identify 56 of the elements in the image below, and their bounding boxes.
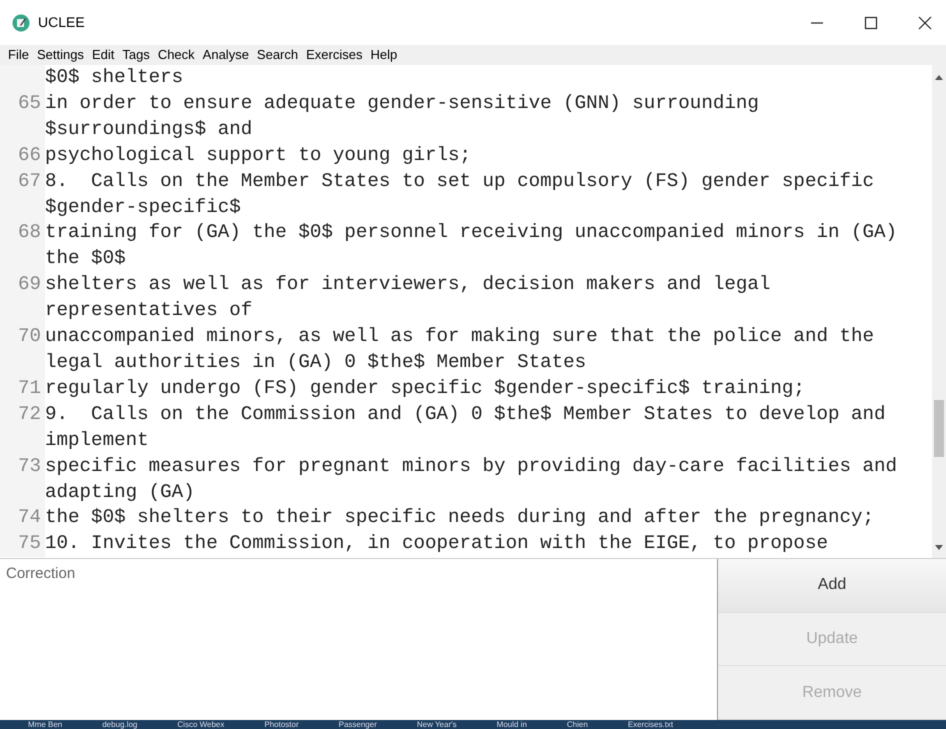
text-line: shelters as well as for interviewers, decision makers and legal [45, 272, 770, 298]
scroll-down-icon[interactable] [935, 545, 943, 550]
line-number: 66 [0, 142, 45, 169]
line-number: 65 [0, 90, 45, 143]
text-line: legal authorities in (GA) 0 $the$ Member States [45, 350, 588, 375]
text-line: unaccompanied minors, as well as for making sure that the police and the [45, 324, 874, 350]
taskbar-item[interactable]: Cisco Webex [177, 720, 224, 729]
menu-item[interactable]: Search [252, 45, 302, 65]
menu-item[interactable]: Analyse [198, 45, 253, 65]
menu-item[interactable]: Exercises [302, 45, 366, 65]
line-number: 69 [0, 272, 45, 324]
line-number: 75 [0, 531, 45, 558]
app-icon [12, 14, 30, 32]
taskbar-item[interactable]: Mme Ben [28, 720, 62, 729]
text-line: 8. Calls on the Member States to set up compulsory (FS) gender specific [45, 168, 874, 194]
line-number: 68 [0, 220, 45, 272]
text-line: $surroundings$ and [45, 116, 254, 142]
line-number: 71 [0, 376, 45, 402]
text-line: psychological support to young girls; [45, 142, 472, 168]
taskbar-item[interactable]: Mould in [496, 720, 527, 729]
text-line: in order to ensure adequate gender-sensitive (GNN) surrounding [45, 90, 759, 116]
text-line: specific measures for pregnant minors by providing day-care facilities and [45, 454, 898, 479]
text-line: $gender-specific$ [45, 194, 242, 220]
taskbar-item[interactable]: Chien [566, 720, 588, 729]
menu-item[interactable]: Help [366, 45, 402, 65]
text-line: adapting (GA) [45, 480, 196, 504]
text-line: the $0$ shelters to their specific needs during and after the pregnancy; [45, 505, 874, 530]
line-number: 73 [0, 454, 45, 506]
text-line: representatives of [45, 298, 254, 324]
taskbar-item[interactable]: Passenger [338, 720, 377, 729]
scrollbar[interactable] [932, 65, 946, 558]
scroll-thumb[interactable] [934, 400, 944, 457]
menu-item[interactable]: Edit [88, 45, 118, 65]
text-line: 9. Calls on the Commission and (GA) 0 $the$ Member States to develop and [45, 402, 886, 427]
window-title: UCLEE [38, 13, 85, 32]
taskbar-item[interactable]: New Year's [416, 720, 457, 729]
close-icon[interactable] [918, 16, 932, 30]
text-line: regularly undergo (FS) gender specific $gender-specific$ training; [45, 376, 805, 401]
maximize-icon[interactable] [864, 16, 878, 30]
menu-item[interactable]: Settings [32, 45, 88, 65]
text-line: the $0$ [45, 246, 127, 272]
text-line: implement [45, 428, 150, 453]
taskbar-item[interactable]: Exercises.txt [628, 720, 674, 729]
line-number: 70 [0, 324, 45, 376]
line-number: 72 [0, 402, 45, 454]
text-line: training for (GA) the $0$ personnel receiving unaccompanied minors in (GA) [45, 220, 898, 246]
taskbar-item[interactable]: Photostor [264, 720, 299, 729]
taskbar-item[interactable]: debug.log [102, 720, 138, 729]
menu-item[interactable]: Tags [118, 45, 154, 65]
text-line: $0$ shelters [45, 65, 184, 90]
text-line: 10. Invites the Commission, in cooperation with the EIGE, to propose [45, 531, 828, 556]
menu-item[interactable]: Check [154, 45, 199, 65]
scroll-up-icon[interactable] [935, 75, 943, 80]
menu-item[interactable]: File [4, 45, 33, 65]
line-number: 67 [0, 168, 45, 220]
line-number: 74 [0, 505, 45, 532]
